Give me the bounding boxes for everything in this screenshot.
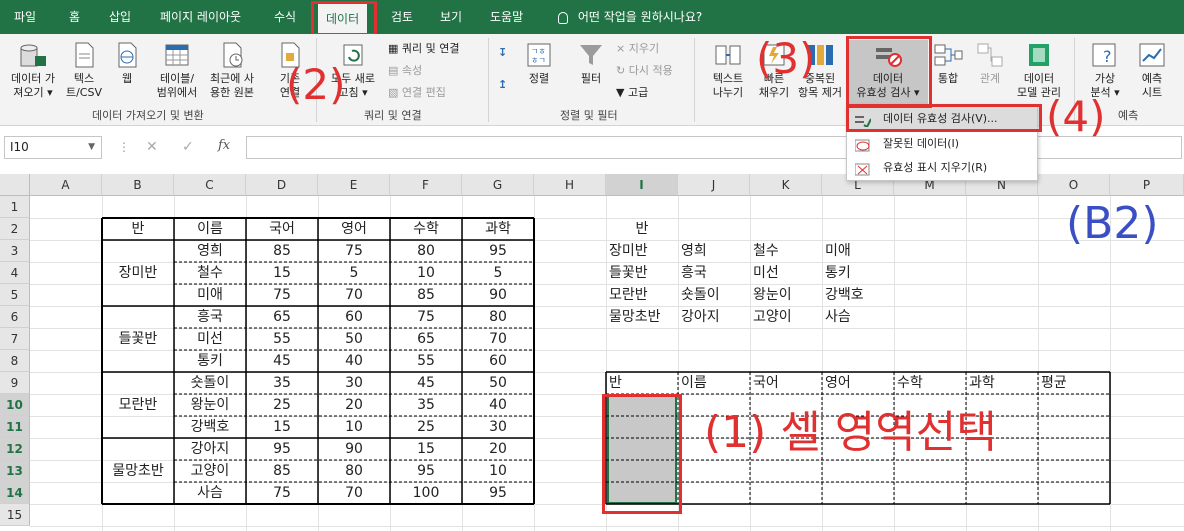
- reapply-button[interactable]: ↻ 다시 적용: [616, 62, 673, 78]
- group-separator: [488, 38, 489, 122]
- group-label-sort-filter: 정렬 및 필터: [560, 109, 618, 122]
- clock-file-icon: [217, 40, 247, 70]
- group-label-get-transform: 데이터 가져오기 및 변환: [92, 109, 204, 122]
- svg-text:ㄱㅎ: ㄱㅎ: [531, 47, 546, 56]
- edit-links-icon: ▧: [388, 86, 399, 99]
- data-model-button[interactable]: 데이터 모델 관리: [1012, 40, 1066, 100]
- group-label-queries: 쿼리 및 연결: [364, 109, 422, 122]
- menu-item-clear-circles[interactable]: 유효성 표시 지우기(R): [847, 156, 1037, 179]
- clear-circles-icon: [854, 161, 871, 176]
- recent-sources-button[interactable]: 최근에 사 용한 원본: [204, 40, 260, 100]
- clear-icon: ⨯: [616, 42, 626, 55]
- database-icon: [18, 40, 48, 70]
- annotation-step-4: (4): [1046, 92, 1106, 141]
- web-button[interactable]: 웹: [112, 40, 142, 86]
- highlight-selected-range: [602, 394, 682, 514]
- what-if-icon: ?: [1090, 40, 1120, 70]
- text-file-icon: [69, 40, 99, 70]
- svg-text:?: ?: [1103, 47, 1112, 66]
- annotation-cell-b2: (B2): [1066, 198, 1159, 249]
- tab-page-layout[interactable]: 페이지 레이아웃: [160, 0, 241, 34]
- reapply-icon: ↻: [616, 64, 626, 77]
- annotation-step-2: (2): [286, 60, 346, 109]
- advanced-icon: ▼: [616, 86, 625, 99]
- advanced-filter-button[interactable]: ▼ 고급: [616, 84, 648, 100]
- tab-review[interactable]: 검토: [391, 0, 413, 34]
- svg-text:ㅎㄱ: ㅎㄱ: [531, 56, 546, 65]
- tab-help[interactable]: 도움말: [490, 0, 523, 34]
- data-model-icon: [1024, 40, 1054, 70]
- text-csv-button[interactable]: 텍스 트/CSV: [62, 40, 106, 100]
- from-table-button[interactable]: 테이블/범위에서: [152, 40, 202, 100]
- split-columns-icon: [713, 40, 743, 70]
- circle-invalid-icon: [854, 137, 871, 152]
- worksheet: ABCDEFGHIJKLMNOP 1 2 3 4 5 6 7 8 9 10 11 12 13 14 15 반…: [0, 174, 1184, 531]
- properties-icon: ▤: [388, 64, 399, 77]
- ribbon-tab-bar: 파일 홈 삽입 페이지 레이아웃 수식 데이터 검토 보기 도움말 어떤 작업을…: [0, 0, 1184, 34]
- table-borders: [101, 217, 1111, 505]
- sort-za-icon[interactable]: ↥: [498, 78, 507, 91]
- chevron-down-icon[interactable]: ▼: [88, 137, 95, 158]
- name-box[interactable]: I10 ▼: [4, 136, 102, 159]
- properties-button[interactable]: ▤ 속성: [388, 62, 422, 78]
- tab-insert[interactable]: 삽입: [109, 0, 131, 34]
- formula-input[interactable]: [246, 136, 1182, 159]
- highlight-data-validation: [846, 36, 932, 108]
- funnel-icon: [576, 40, 606, 70]
- tab-view[interactable]: 보기: [440, 0, 462, 34]
- annotation-step-3: (3): [756, 34, 816, 83]
- annotation-step-1: (1) 셀 영역선택: [704, 407, 997, 458]
- tab-formulas[interactable]: 수식: [274, 0, 296, 34]
- insert-function-icon[interactable]: fx: [218, 138, 230, 153]
- sort-az-icon[interactable]: ↧: [498, 46, 507, 59]
- forecast-chart-icon: [1137, 40, 1167, 70]
- consolidate-icon: [933, 40, 963, 70]
- highlight-data-tab: [311, 1, 377, 36]
- queries-icon: ▦: [388, 42, 399, 55]
- enter-check-icon[interactable]: ✓: [182, 139, 194, 155]
- relationships-icon: [975, 40, 1005, 70]
- cancel-icon[interactable]: ✕: [146, 139, 158, 155]
- sort-button[interactable]: ㄱㅎ ㅎㄱ 정렬: [522, 40, 556, 86]
- tab-home[interactable]: 홈: [69, 0, 80, 34]
- filter-button[interactable]: 필터: [574, 40, 608, 86]
- tell-me-box[interactable]: 어떤 작업을 원하시나요?: [558, 0, 702, 34]
- sort-icon: ㄱㅎ ㅎㄱ: [524, 40, 554, 70]
- what-if-analysis-button[interactable]: ? 가상 분석 ▾: [1082, 40, 1128, 100]
- relationships-button[interactable]: 관계: [972, 40, 1008, 86]
- table-icon: [162, 40, 192, 70]
- menu-item-circle-invalid[interactable]: 잘못된 데이터(I): [847, 132, 1037, 155]
- clear-filter-button[interactable]: ⨯ 지우기: [616, 40, 659, 56]
- edit-links-button[interactable]: ▧ 연결 편집: [388, 84, 446, 100]
- queries-connections-button[interactable]: ▦ 쿼리 및 연결: [388, 40, 460, 56]
- text-to-columns-button[interactable]: 텍스트 나누기: [704, 40, 752, 100]
- lightbulb-icon: [558, 11, 568, 24]
- tab-file[interactable]: 파일: [14, 0, 36, 34]
- group-separator: [694, 38, 695, 122]
- forecast-sheet-button[interactable]: 예측 시트: [1130, 40, 1174, 100]
- group-label-forecast: 예측: [1118, 109, 1139, 122]
- more-options-icon: ⋮: [118, 140, 130, 154]
- tell-me-text: 어떤 작업을 원하시나요?: [577, 10, 703, 24]
- get-data-button[interactable]: 데이터 가 져오기 ▾: [6, 40, 60, 100]
- consolidate-button[interactable]: 통합: [930, 40, 966, 86]
- highlight-validation-menu-item: [846, 104, 1042, 132]
- globe-icon: [112, 40, 142, 70]
